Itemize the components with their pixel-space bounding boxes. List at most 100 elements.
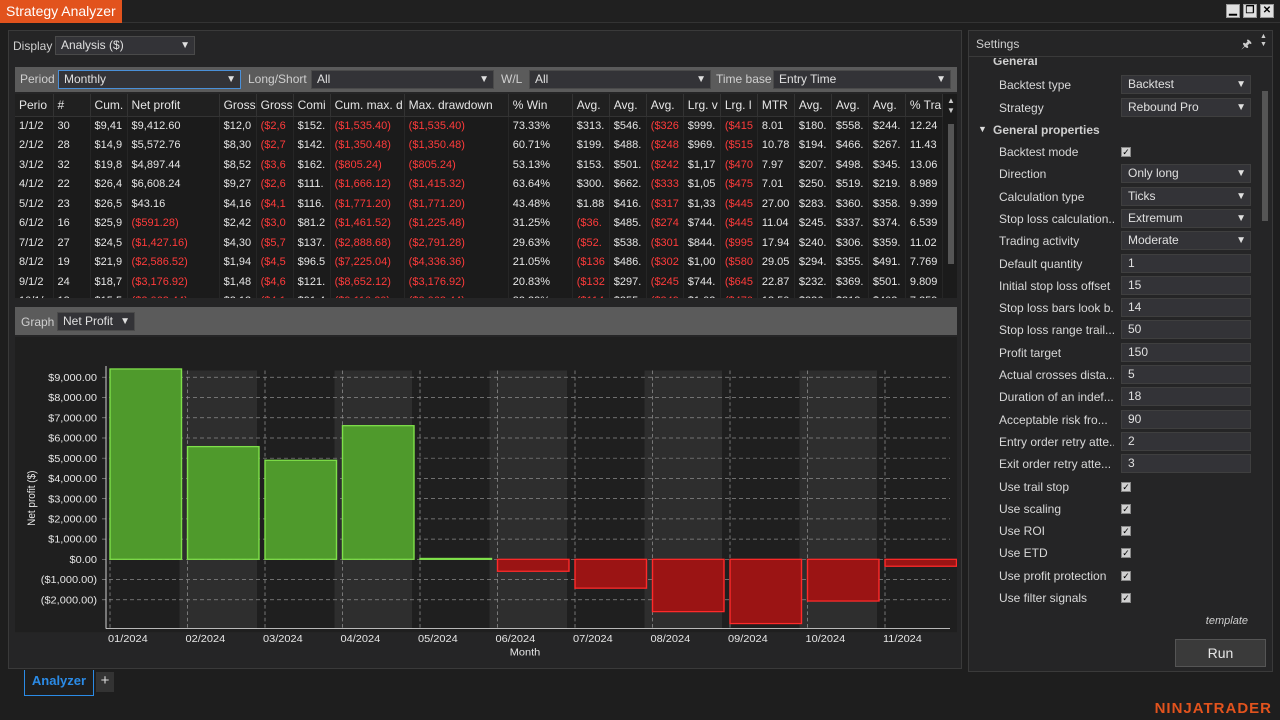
property-input[interactable]: 90 [1121,409,1251,429]
table-cell: ($3,176.92) [127,272,220,292]
column-header[interactable]: Avg. [868,94,906,117]
table-cell: 2/1/2 [15,135,54,155]
column-header[interactable]: Avg. [609,94,647,117]
scroll-up-icon[interactable]: ▲ [947,96,955,105]
period-value: Monthly [64,72,107,86]
checkbox[interactable]: ✓ [1121,147,1131,157]
restore-icon[interactable]: ❐ [1243,4,1257,18]
table-cell: $294. [794,252,832,272]
column-header[interactable]: Lrg. v [683,94,721,117]
table-row[interactable]: 1/1/2 30 $9,41 $9,412.60 $12,0 ($2,6 $152. ($1,… [15,116,944,136]
run-button[interactable]: Run [1175,639,1266,667]
property-input[interactable]: 50 [1121,320,1251,340]
table-row[interactable]: 5/1/2 23 $26,5 $43.16 $4,16 ($4,1 $116. ($1,771… [15,194,944,214]
settings-scroll-thumb[interactable] [1262,91,1268,221]
column-header[interactable]: Avg. [572,94,610,117]
table-cell: $250. [794,174,832,194]
checkbox[interactable]: ✓ [1121,548,1131,559]
table-cell: 7.01 [757,174,795,194]
table-row[interactable]: 6/1/2 16 $25,9 ($591.28) $2,42 ($3,0 $81.2 ($1,… [15,213,944,233]
y-tick-label: $7,000.00 [48,414,97,424]
column-header[interactable]: Cum. max. d [330,94,405,117]
table-cell: $488. [609,135,647,155]
checkbox[interactable]: ✓ [1121,570,1131,581]
table-row[interactable]: 8/1/2 19 $21,9 ($2,586.52) $1,94 ($4,5 $96.5 ($… [15,252,944,272]
table-cell: $297. [609,272,647,292]
column-header[interactable]: Avg. [646,94,684,117]
grid-scrollbar[interactable]: ▲ ▼ [945,94,957,298]
property-dropdown[interactable]: Moderate ▼ [1121,231,1251,251]
column-header[interactable]: Net profit [127,94,220,117]
column-header[interactable]: Cum. [90,94,128,117]
checkbox[interactable]: ✓ [1121,593,1131,603]
table-cell: 8.01 [757,116,795,136]
property-value: 3 [1128,456,1135,471]
table-row[interactable]: 10/1/18$15,5($2,063.44)$2,13($4,1$91.4($… [15,291,944,298]
property-dropdown[interactable]: Extremum ▼ [1121,208,1251,228]
table-row[interactable]: 9/1/2 24 $18,7 ($3,176.92) $1,48 ($4,6 $121. ($… [15,272,944,292]
column-header[interactable]: # [53,94,91,117]
column-header[interactable]: Avg. [794,94,832,117]
period-dropdown[interactable]: Monthly ▼ [58,70,241,89]
graph-dropdown[interactable]: Net Profit ▼ [57,312,135,331]
table-cell: ($2,791.28) [404,233,509,253]
display-dropdown[interactable]: Analysis ($) ▼ [55,36,195,55]
column-header[interactable]: % Win [508,94,573,117]
property-dropdown[interactable]: Only long ▼ [1121,164,1251,184]
table-cell: 9.399 [905,194,944,214]
collapse-icon[interactable]: ▼ [978,124,987,134]
scroll-arrows-icon[interactable]: ▲ ▼ [1260,33,1267,49]
table-cell: $4,897.44 [127,155,220,175]
bar [651,558,725,613]
general-properties-header[interactable]: General properties [993,123,1100,137]
property-input[interactable]: 5 [1121,365,1251,384]
column-header[interactable]: Gross [219,94,257,117]
column-header[interactable]: MTR [757,94,795,117]
table-row[interactable]: 3/1/2 32 $19,8 $4,897.44 $8,52 ($3,6 $162. ($80… [15,155,944,175]
backtest-type-dropdown[interactable]: Backtest ▼ [1121,75,1251,94]
longshort-dropdown[interactable]: All ▼ [311,70,494,89]
table-row[interactable]: 4/1/2 22 $26,4 $6,608.24 $9,27 ($2,6 $111. ($1,… [15,174,944,194]
add-tab-button[interactable]: + [96,672,114,692]
column-header[interactable]: % Tra [905,94,944,117]
column-header[interactable]: Gross [256,94,294,117]
scroll-down-icon[interactable]: ▼ [947,106,955,115]
column-header[interactable]: Comi [293,94,331,117]
property-input[interactable]: 15 [1121,275,1251,295]
checkbox[interactable]: ✓ [1121,526,1131,537]
minimize-icon[interactable]: ▁ [1226,4,1240,18]
tab-analyzer[interactable]: Analyzer [24,670,94,696]
wl-dropdown[interactable]: All ▼ [529,70,711,89]
property-input[interactable]: 150 [1121,342,1251,362]
property-input[interactable]: 2 [1121,431,1251,451]
wl-value: All [535,72,549,86]
property-input[interactable]: 18 [1121,387,1251,407]
property-input[interactable]: 1 [1121,253,1251,273]
close-icon[interactable]: ✕ [1260,4,1274,18]
table-cell: $466. [831,135,869,155]
column-header[interactable]: Perio [15,94,54,117]
table-cell: 27.00 [757,194,795,214]
property-dropdown[interactable]: Ticks ▼ [1121,186,1251,206]
grid-scroll-thumb[interactable] [948,124,954,264]
property-input[interactable]: 14 [1121,298,1251,318]
column-header[interactable]: Avg. [831,94,869,117]
table-cell: $345. [868,155,906,175]
table-cell: $355. [831,252,869,272]
template-link[interactable]: template [1206,615,1248,627]
table-row[interactable]: 2/1/2 28 $14,9 $5,572.76 $8,30 ($2,7 $142. ($1,… [15,135,944,155]
x-tick-label: 05/2024 [418,635,458,645]
settings-scrollbar[interactable] [1260,61,1270,636]
checkbox[interactable]: ✓ [1121,481,1131,492]
column-header[interactable]: Lrg. l [720,94,758,117]
checkbox[interactable]: ✓ [1121,503,1131,514]
property-input[interactable]: 3 [1121,454,1251,474]
pin-icon[interactable]: 🖈 [1241,35,1252,56]
table-cell: $24,5 [90,233,128,253]
table-row[interactable]: 7/1/2 27 $24,5 ($1,427.16) $4,30 ($5,7 $137. ($… [15,233,944,253]
chart-band [489,370,567,629]
column-header[interactable]: Max. drawdown [404,94,509,117]
strategy-dropdown[interactable]: Rebound Pro ▼ [1121,98,1251,117]
timebase-dropdown[interactable]: Entry Time ▼ [773,70,951,89]
table-cell: $18,7 [90,272,128,292]
